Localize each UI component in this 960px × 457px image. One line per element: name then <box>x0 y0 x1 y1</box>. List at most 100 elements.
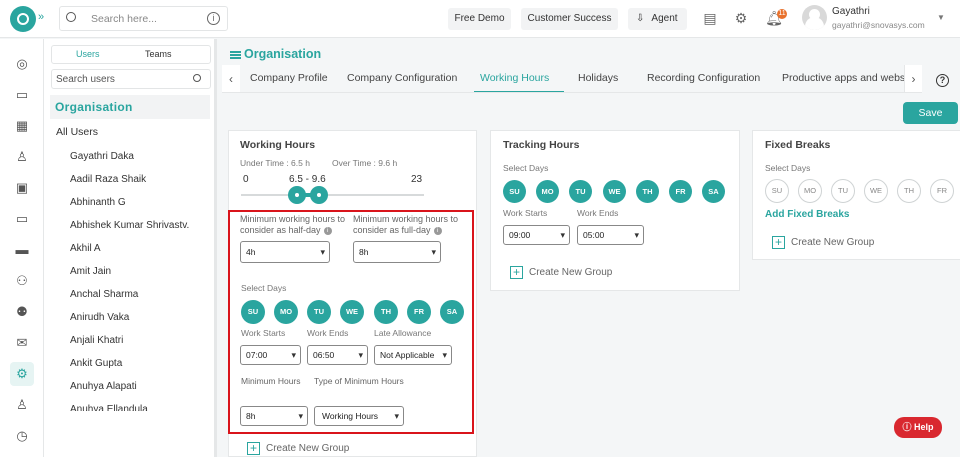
menu-icon[interactable] <box>230 53 241 56</box>
list-item[interactable]: Anuhya Ellandula <box>70 404 190 411</box>
day-toggle-th[interactable]: TH <box>897 179 921 203</box>
list-item[interactable]: Anjali Khatri <box>70 335 190 346</box>
tracking-hours-title: Tracking Hours <box>503 139 580 151</box>
sidebar-scrollbar[interactable] <box>214 39 216 457</box>
help-label: Help <box>914 422 934 432</box>
create-new-group-label: Create New Group <box>529 267 613 279</box>
help-button[interactable]: ⓘ Help <box>894 417 942 438</box>
list-item[interactable]: Ankit Gupta <box>70 358 190 369</box>
day-toggle-we[interactable]: WE <box>603 180 626 203</box>
day-toggle-tu[interactable]: TU <box>831 179 855 203</box>
day-toggle-fr[interactable]: FR <box>930 179 954 203</box>
team-icon[interactable]: ⚉ <box>10 300 34 324</box>
briefcase-icon[interactable]: ▣ <box>10 176 34 200</box>
slider-handle-max[interactable] <box>310 186 328 204</box>
tab-holidays[interactable]: Holidays <box>578 72 618 84</box>
agent-label: Agent <box>651 13 678 24</box>
info-icon[interactable]: i <box>207 12 220 25</box>
day-toggle-mo[interactable]: MO <box>536 180 559 203</box>
list-item[interactable]: Abhinanth G <box>70 197 190 208</box>
tab-recording-configuration[interactable]: Recording Configuration <box>647 72 760 84</box>
create-new-group-button[interactable]: + Create New Group <box>247 442 349 455</box>
chevron-right-icon[interactable]: › <box>904 65 922 92</box>
mail-icon[interactable]: ✉ <box>10 331 34 355</box>
list-item[interactable]: Akhil A <box>70 243 190 254</box>
tracking-work-starts-select[interactable]: 09:00 <box>503 225 570 245</box>
select-days-label: Select Days <box>503 163 549 173</box>
tab-working-hours[interactable]: Working Hours <box>480 72 549 84</box>
avatar[interactable] <box>802 5 827 30</box>
list-item[interactable]: Abhishek Kumar Shrivastv... <box>70 220 190 231</box>
select-days-label: Select Days <box>765 163 811 173</box>
list-item[interactable]: Amit Jain <box>70 266 190 277</box>
search-input[interactable]: Search here... <box>91 13 157 25</box>
day-toggle-we[interactable]: WE <box>864 179 888 203</box>
list-item[interactable]: Anchal Sharma <box>70 289 190 300</box>
top-bar: » Search here... i Free Demo Customer Su… <box>0 0 960 38</box>
sidebar-item-all-users[interactable]: All Users <box>56 126 98 138</box>
calendar-icon[interactable]: ▭ <box>10 83 34 107</box>
save-button[interactable]: Save <box>903 102 958 124</box>
help-circle-icon[interactable]: ? <box>936 74 949 87</box>
page-title: Organisation <box>230 47 321 61</box>
gear-icon[interactable]: ⚙ <box>10 362 34 386</box>
chevron-down-icon[interactable]: ▼ <box>937 13 945 22</box>
settings-icon[interactable]: ⚙ <box>732 9 750 27</box>
create-new-group-button[interactable]: + Create New Group <box>772 236 874 249</box>
day-toggle-mo[interactable]: MO <box>798 179 822 203</box>
day-toggle-sa[interactable]: SA <box>702 180 725 203</box>
tab-company-profile[interactable]: Company Profile <box>250 72 328 84</box>
sidebar-tabs: Users Teams <box>51 45 211 64</box>
agent-button[interactable]: ⇩ Agent <box>628 8 687 30</box>
user-search-input[interactable]: Search users <box>51 69 211 89</box>
report-icon[interactable]: ▤ <box>701 9 719 27</box>
user-icon[interactable]: ♙ <box>10 145 34 169</box>
app-logo[interactable] <box>10 6 36 32</box>
target-icon[interactable]: ◎ <box>10 52 34 76</box>
plus-icon: + <box>510 266 523 279</box>
tab-users[interactable]: Users <box>76 49 100 59</box>
add-fixed-breaks-link[interactable]: Add Fixed Breaks <box>765 209 849 220</box>
day-toggle-su[interactable]: SU <box>503 180 526 203</box>
list-item[interactable]: Anuhya Alapati <box>70 381 190 392</box>
day-toggle-tu[interactable]: TU <box>569 180 592 203</box>
tracking-work-ends-select[interactable]: 05:00 <box>577 225 644 245</box>
sidebar-item-organisation[interactable]: Organisation <box>50 95 210 119</box>
notification-badge: 11 <box>777 9 787 19</box>
slider-min: 0 <box>243 174 249 185</box>
fixed-breaks-title: Fixed Breaks <box>765 139 831 151</box>
user-name: Gayathri <box>832 6 870 17</box>
user-search-placeholder: Search users <box>56 74 115 85</box>
customer-success-button[interactable]: Customer Success <box>521 8 618 30</box>
tab-company-configuration[interactable]: Company Configuration <box>347 72 457 84</box>
highlight-box <box>228 210 474 434</box>
slider-max: 23 <box>411 174 423 185</box>
calendar-grid-icon[interactable]: ▦ <box>10 114 34 138</box>
day-toggle-fr[interactable]: FR <box>669 180 692 203</box>
clock-icon[interactable]: ◷ <box>10 424 34 448</box>
working-hours-title: Working Hours <box>240 139 316 151</box>
search-icon <box>66 12 76 22</box>
free-demo-button[interactable]: Free Demo <box>448 8 511 30</box>
list-item[interactable]: Anirudh Vaka <box>70 312 190 323</box>
chevron-left-icon[interactable]: ‹ <box>222 65 240 92</box>
users-icon[interactable]: ⚇ <box>10 269 34 293</box>
person-badge-icon[interactable]: ♙ <box>10 393 34 417</box>
card-icon[interactable]: ▬ <box>10 238 34 262</box>
global-search[interactable]: Search here... i <box>59 6 228 31</box>
day-toggle-su[interactable]: SU <box>765 179 789 203</box>
day-toggle-th[interactable]: TH <box>636 180 659 203</box>
active-tab-indicator <box>474 91 564 92</box>
search-icon <box>193 74 201 82</box>
hours-slider-track[interactable] <box>241 194 424 196</box>
settings-tabs: ‹ Company Profile Company Configuration … <box>222 65 922 93</box>
page-title-text: Organisation <box>244 47 322 61</box>
monitor-icon[interactable]: ▭ <box>10 207 34 231</box>
tab-productive-apps[interactable]: Productive apps and websites <box>782 72 904 84</box>
tab-teams[interactable]: Teams <box>145 49 172 59</box>
slider-handle-min[interactable] <box>288 186 306 204</box>
create-new-group-button[interactable]: + Create New Group <box>510 266 612 279</box>
list-item[interactable]: Aadil Raza Shaik <box>70 174 190 185</box>
expand-menu-icon[interactable]: » <box>38 11 44 23</box>
list-item[interactable]: Gayathri Daka <box>70 151 190 162</box>
